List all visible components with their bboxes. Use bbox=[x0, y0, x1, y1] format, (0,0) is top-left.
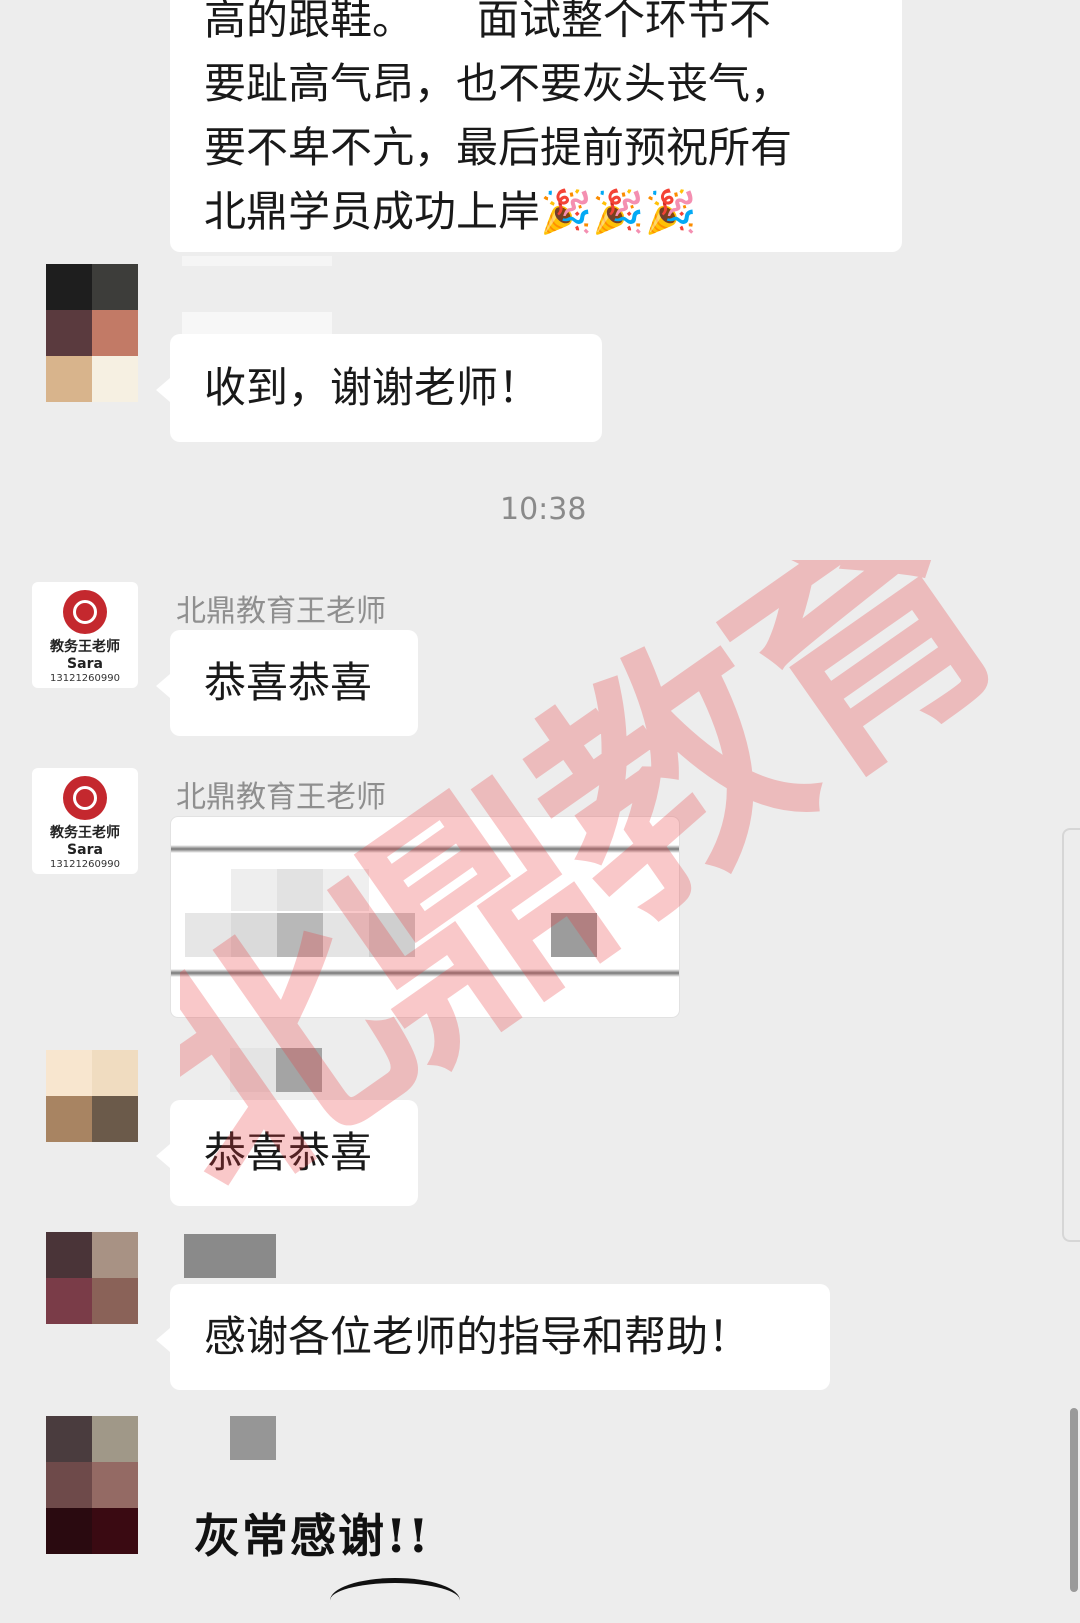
scrollbar-track[interactable] bbox=[1062, 828, 1080, 1242]
message-line: 要趾高气昂，也不要灰头丧气， bbox=[204, 59, 793, 108]
bubble-tail bbox=[156, 674, 170, 698]
message-bubble-1[interactable]: 高的跟鞋。 面试整个环节不 要趾高气昂，也不要灰头丧气， 要不卑不亢，最后提前预… bbox=[170, 0, 902, 252]
blurred-card-content bbox=[323, 869, 369, 911]
bubble-tail bbox=[156, 1144, 170, 1168]
blurred-card-content bbox=[185, 913, 231, 957]
avatar-label: 教务王老师 bbox=[50, 639, 120, 655]
shared-link-card[interactable] bbox=[170, 816, 680, 1018]
blurred-sender-name bbox=[230, 1048, 276, 1092]
avatar-teacher[interactable]: 教务王老师 Sara 13121260990 bbox=[32, 582, 138, 688]
message-text: 恭喜恭喜 bbox=[204, 1128, 373, 1177]
message-bubble-5[interactable]: 恭喜恭喜 bbox=[156, 1100, 418, 1206]
avatar-teacher[interactable]: 教务王老师 Sara 13121260990 bbox=[32, 768, 138, 874]
message-text: 收到，谢谢老师！ bbox=[204, 363, 541, 412]
school-logo-icon bbox=[63, 590, 107, 634]
bubble-tail bbox=[156, 1328, 170, 1352]
message-text: 感谢各位老师的指导和帮助！ bbox=[204, 1312, 751, 1361]
avatar[interactable] bbox=[46, 264, 138, 402]
avatar[interactable] bbox=[46, 1416, 138, 1554]
school-logo-icon bbox=[63, 776, 107, 820]
message-bubble-2[interactable]: 收到，谢谢老师！ bbox=[156, 334, 602, 442]
message-text: 恭喜恭喜 bbox=[204, 658, 373, 707]
blurred-card-content bbox=[231, 913, 277, 957]
blurred-card-content bbox=[231, 869, 277, 911]
avatar[interactable] bbox=[46, 1050, 138, 1142]
blurred-card-content bbox=[369, 913, 415, 957]
blurred-card-content bbox=[277, 913, 323, 957]
sender-name: 北鼎教育王老师 bbox=[176, 594, 386, 629]
message-line: 北鼎学员成功上岸🎉🎉🎉 bbox=[204, 187, 697, 236]
avatar-label: Sara bbox=[67, 842, 103, 858]
card-divider bbox=[171, 845, 679, 853]
blurred-sender-name bbox=[276, 1048, 322, 1092]
blurred-sender-name bbox=[230, 1416, 276, 1460]
blurred-sender-name bbox=[182, 256, 332, 266]
bubble-tail bbox=[156, 378, 170, 402]
avatar-label: 教务王老师 bbox=[50, 825, 120, 841]
avatar[interactable] bbox=[46, 1232, 138, 1324]
avatar-label: Sara bbox=[67, 656, 103, 672]
card-divider bbox=[171, 969, 679, 977]
sticker[interactable]: 灰常感谢!! bbox=[194, 1500, 430, 1566]
timestamp: 10:38 bbox=[500, 492, 587, 527]
sender-name: 北鼎教育王老师 bbox=[176, 780, 386, 815]
sticker-doodle bbox=[330, 1578, 460, 1623]
message-line: 要不卑不亢，最后提前预祝所有 bbox=[204, 123, 793, 172]
blurred-card-content bbox=[277, 869, 323, 911]
avatar-phone: 13121260990 bbox=[50, 673, 120, 684]
scrollbar-thumb[interactable] bbox=[1070, 1408, 1078, 1592]
blurred-card-content bbox=[551, 913, 597, 957]
blurred-card-content bbox=[323, 913, 369, 957]
blurred-sender-name bbox=[182, 312, 332, 336]
message-bubble-3[interactable]: 恭喜恭喜 bbox=[156, 630, 418, 736]
avatar-phone: 13121260990 bbox=[50, 859, 120, 870]
message-bubble-6[interactable]: 感谢各位老师的指导和帮助！ bbox=[156, 1284, 830, 1390]
blurred-sender-name bbox=[184, 1234, 276, 1278]
message-line: 高的跟鞋。 面试整个环节不 bbox=[204, 0, 772, 44]
